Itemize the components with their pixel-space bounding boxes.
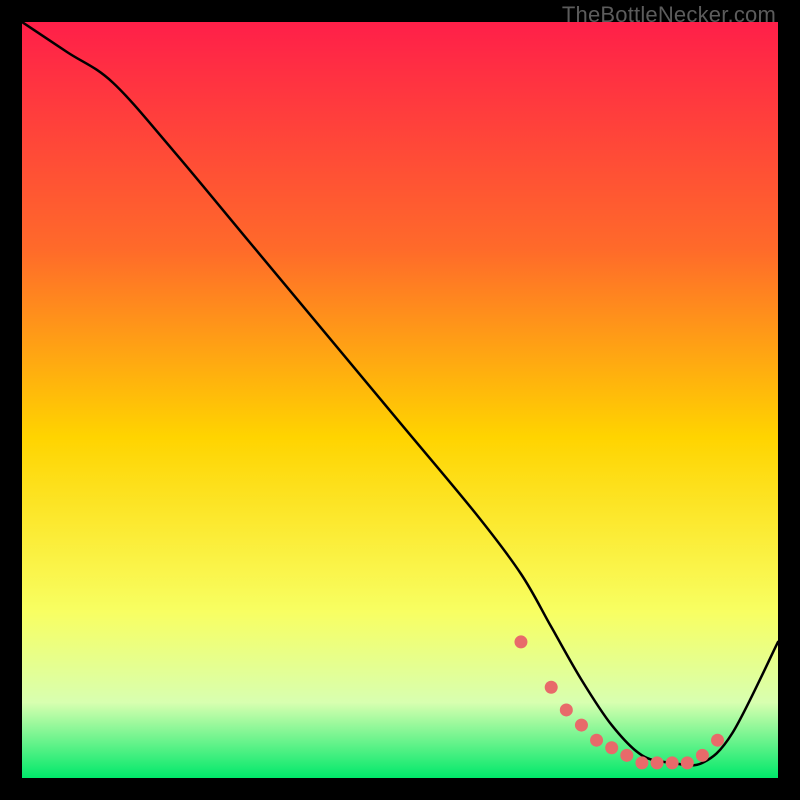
marker-dot: [545, 681, 558, 694]
marker-dot: [575, 719, 588, 732]
marker-dot: [514, 635, 527, 648]
marker-dot: [711, 734, 724, 747]
marker-dot: [651, 756, 664, 769]
marker-dot: [560, 703, 573, 716]
bottleneck-chart: [22, 22, 778, 778]
chart-frame: [22, 22, 778, 778]
marker-dot: [635, 756, 648, 769]
marker-dot: [605, 741, 618, 754]
gradient-background: [22, 22, 778, 778]
marker-dot: [620, 749, 633, 762]
marker-dot: [666, 756, 679, 769]
marker-dot: [696, 749, 709, 762]
marker-dot: [590, 734, 603, 747]
marker-dot: [681, 756, 694, 769]
